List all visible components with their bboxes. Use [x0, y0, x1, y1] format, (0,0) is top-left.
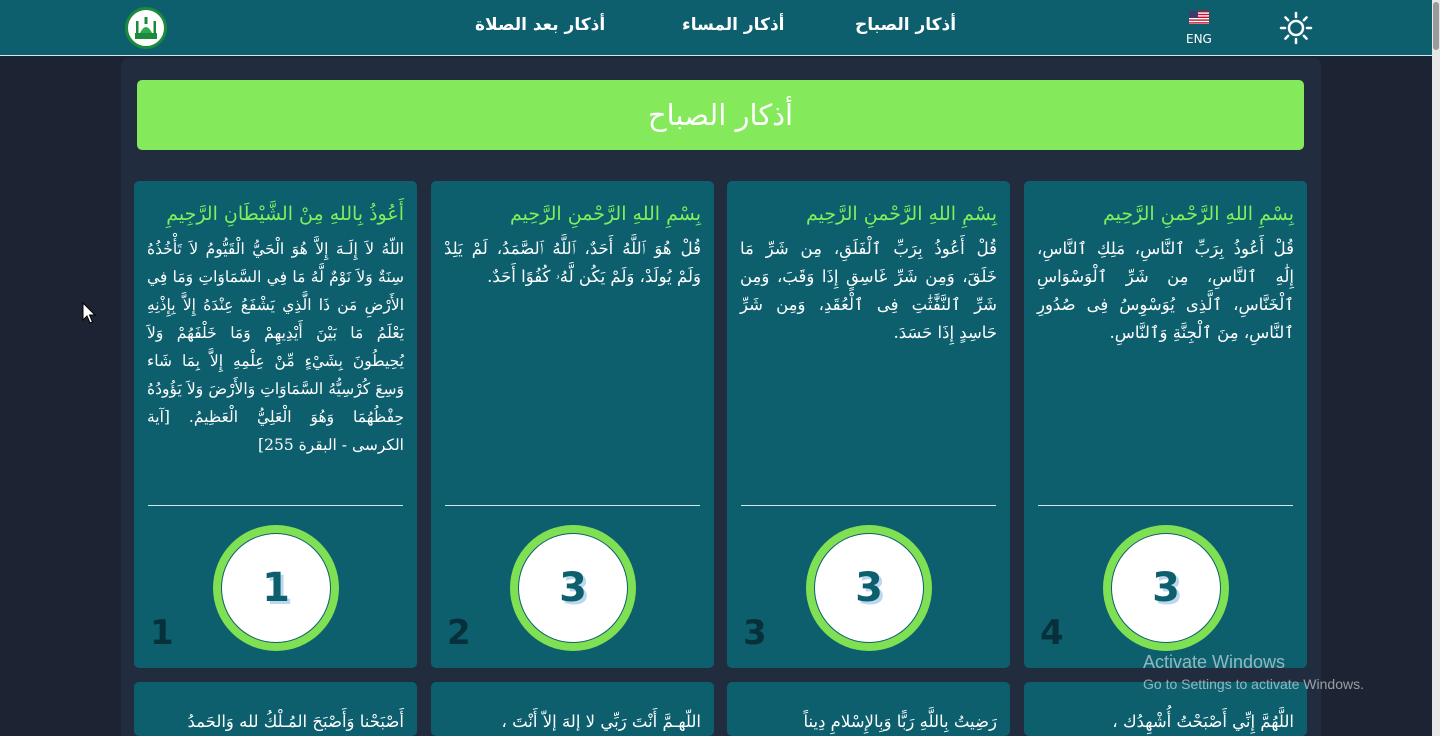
card-text: قُلْ أَعُوذُ بِرَبِّ ٱلنَّاسِ، مَلِكِ ٱل…: [1037, 239, 1294, 342]
top-navbar: أذكار بعد الصلاة أذكار المساء أذكار الصب…: [0, 0, 1432, 56]
mosque-icon: [135, 17, 157, 39]
card-text: اللّهُ لاَ إِلَـهَ إِلاَّ هُوَ الْحَيُّ …: [147, 240, 404, 454]
card-divider: [741, 505, 996, 506]
dhikr-card: اللّهـمَّ أَنْتَ رَبِّي لا إلهَ إلاّ أَن…: [431, 682, 714, 736]
sun-icon[interactable]: [1279, 11, 1313, 45]
card-text: اللّهـمَّ أَنْتَ رَبِّي لا إلهَ إلاّ أَن…: [501, 712, 701, 731]
card-text: قُلْ أَعُوذُ بِرَبِّ ٱلْفَلَقِ، مِن شَرِ…: [740, 239, 997, 342]
nav-link-morning[interactable]: أذكار الصباح: [855, 15, 956, 35]
card-title: بِسْمِ اللهِ الرَّحْمنِ الرَّحِيم: [510, 203, 701, 225]
counter-value: 3: [814, 533, 924, 643]
card-divider: [148, 505, 403, 506]
nav-link-after-prayer[interactable]: أذكار بعد الصلاة: [475, 15, 605, 35]
card-index: 1: [150, 613, 174, 653]
counter-value: 3: [518, 533, 628, 643]
card-index: 2: [447, 613, 471, 653]
dhikr-card: بِسْمِ اللهِ الرَّحْمنِ الرَّحِيم قُلْ أ…: [1024, 181, 1307, 668]
dhikr-card: بِسْمِ اللهِ الرَّحْمنِ الرَّحِيم قُلْ أ…: [727, 181, 1010, 668]
counter-value: 1: [221, 533, 331, 643]
us-flag-icon[interactable]: [1189, 11, 1209, 24]
mosque-logo-icon[interactable]: [125, 7, 167, 49]
dhikr-card: بِسْمِ اللهِ الرَّحْمنِ الرَّحِيم قُلْ ه…: [431, 181, 714, 668]
card-divider: [445, 505, 700, 506]
card-text: رَضِيتُ بِاللَّهِ رَبًّا وَبِالإِسْلامِ …: [803, 712, 997, 731]
card-title: بِسْمِ اللهِ الرَّحْمنِ الرَّحِيم: [1103, 203, 1294, 225]
counter-button[interactable]: 3: [806, 525, 932, 651]
card-index: 3: [743, 613, 767, 653]
dhikr-card: أَعُوذُ بِاللهِ مِنْ الشَّيْطَانِ الرَّج…: [134, 181, 417, 668]
card-text: أَصْبَحْنا وَأَصْبَحَ المُـلْكُ لله وَال…: [187, 712, 404, 731]
card-title: أَعُوذُ بِاللهِ مِنْ الشَّيْطَانِ الرَّج…: [166, 203, 404, 225]
counter-button[interactable]: 1: [213, 525, 339, 651]
page-scrollbar-thumb[interactable]: [1433, 2, 1439, 50]
nav-link-evening[interactable]: أذكار المساء: [682, 15, 785, 35]
dhikr-card: رَضِيتُ بِاللَّهِ رَبًّا وَبِالإِسْلامِ …: [727, 682, 1010, 736]
counter-value: 3: [1111, 533, 1221, 643]
card-text: اللَّهُمَّ إِنِّي أَصْبَحْتُ أُشْهِدُك ،: [1112, 712, 1294, 731]
dhikr-card: أَصْبَحْنا وَأَصْبَحَ المُـلْكُ لله وَال…: [134, 682, 417, 736]
counter-button[interactable]: 3: [510, 525, 636, 651]
mouse-cursor-icon: [82, 302, 97, 324]
card-divider: [1038, 505, 1293, 506]
page-scrollbar[interactable]: [1432, 0, 1440, 736]
counter-button[interactable]: 3: [1103, 525, 1229, 651]
page-title: أذكار الصباح: [137, 80, 1304, 150]
card-text: قُلْ هُوَ ٱللَّهُ أَحَدٌ، ٱللَّهُ ٱلصَّم…: [444, 239, 701, 286]
language-label[interactable]: ENG: [1186, 32, 1212, 46]
card-title: بِسْمِ اللهِ الرَّحْمنِ الرَّحِيم: [806, 203, 997, 225]
activation-watermark-title: Activate Windows: [1143, 652, 1286, 672]
card-index: 4: [1040, 613, 1064, 653]
activation-watermark-subtitle: Go to Settings to activate Windows.: [1143, 676, 1364, 692]
